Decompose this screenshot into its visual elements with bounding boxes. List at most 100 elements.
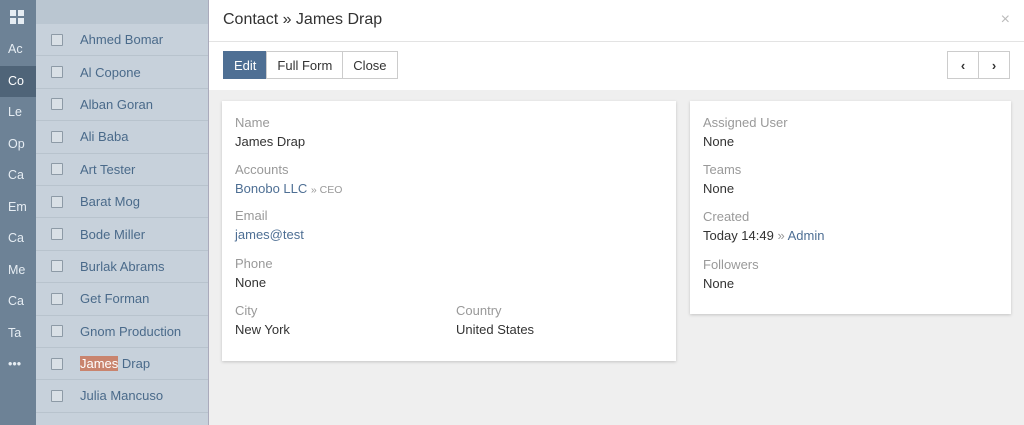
highlight-rest: Drap — [118, 356, 151, 372]
list-item[interactable]: Ali Baba — [36, 121, 210, 154]
list-item-label[interactable]: Alban Goran — [80, 97, 153, 112]
list-item[interactable]: Ahmed Bomar — [36, 24, 210, 57]
chevron-right-icon: › — [991, 58, 997, 73]
accounts-label: Accounts — [235, 162, 289, 177]
list-item-label[interactable]: Ali Baba — [80, 129, 128, 144]
followers-label: Followers — [703, 257, 759, 272]
list-item[interactable]: Burlak Abrams — [36, 251, 210, 284]
created-value: Today 14:49 — [703, 228, 774, 243]
grid-icon — [10, 10, 24, 24]
city-field: City New York — [235, 303, 290, 337]
list-checkbox[interactable] — [51, 66, 63, 79]
nav-item[interactable]: Me — [0, 255, 36, 287]
list-checkbox[interactable] — [51, 389, 63, 402]
list-item[interactable]: Barat Mog — [36, 186, 210, 219]
list-checkbox[interactable] — [51, 292, 63, 305]
chevron-left-icon: ‹ — [960, 58, 966, 73]
list-item-label[interactable]: Barat Mog — [80, 194, 140, 209]
edit-button[interactable]: Edit — [223, 51, 268, 79]
accounts-field: Accounts Bonobo LLC » CEO — [235, 162, 342, 196]
nav-item[interactable]: Ta — [0, 318, 36, 350]
phone-value: None — [235, 275, 267, 290]
created-field: Created Today 14:49 » Admin — [703, 209, 824, 243]
nav-item[interactable]: Le — [0, 97, 36, 129]
nav-item[interactable]: Ca — [0, 223, 36, 255]
country-value: United States — [456, 322, 535, 337]
city-label: City — [235, 303, 258, 318]
account-link[interactable]: Bonobo LLC — [235, 181, 307, 196]
phone-label: Phone — [235, 256, 273, 271]
list-checkbox[interactable] — [51, 33, 63, 46]
created-by-link[interactable]: Admin — [788, 228, 825, 243]
contact-list: Ahmed Bomar Al Copone Alban Goran Ali Baba A… — [36, 0, 210, 425]
pager: ‹ › — [947, 51, 1010, 79]
close-button[interactable]: Close — [342, 51, 398, 79]
list-item-label[interactable]: Julia Mancuso — [80, 388, 163, 403]
list-checkbox[interactable] — [51, 163, 63, 176]
list-item[interactable]: Alban Goran — [36, 89, 210, 122]
next-button[interactable]: › — [978, 51, 1010, 79]
modal-title: Contact » James Drap — [223, 11, 383, 28]
details-panel: Name James Drap Accounts Bonobo LLC » CE… — [222, 101, 676, 361]
list-item-label[interactable]: Art Tester — [80, 162, 135, 177]
nav-item[interactable]: Ca — [0, 286, 36, 318]
list-item-label[interactable]: Burlak Abrams — [80, 259, 165, 274]
list-item[interactable]: Bode Miller — [36, 218, 210, 251]
list-checkbox[interactable] — [51, 325, 63, 338]
email-label: Email — [235, 208, 268, 223]
list-item[interactable]: Al Copone — [36, 56, 210, 89]
teams-label: Teams — [703, 162, 742, 177]
list-checkbox[interactable] — [51, 228, 63, 241]
followers-field: Followers None — [703, 257, 759, 291]
created-label: Created — [703, 209, 750, 224]
email-field: Email james@test — [235, 208, 304, 242]
nav-item[interactable]: Ac — [0, 34, 36, 66]
assigned-user-field: Assigned User None — [703, 115, 788, 149]
full-form-button[interactable]: Full Form — [266, 51, 344, 79]
list-item[interactable]: Gnom Production — [36, 316, 210, 348]
phone-field: Phone None — [235, 256, 273, 290]
nav-item[interactable]: Em — [0, 192, 36, 224]
list-checkbox[interactable] — [51, 195, 63, 208]
country-field: Country United States — [456, 303, 534, 337]
list-checkbox[interactable] — [51, 357, 63, 370]
list-item-label[interactable]: Bode Miller — [80, 227, 145, 242]
account-role: » CEO — [310, 184, 343, 196]
close-icon[interactable]: × — [1001, 11, 1010, 29]
list-item-label[interactable]: James Drap — [80, 356, 151, 372]
list-checkbox[interactable] — [51, 130, 63, 143]
side-panel: Assigned User None Teams None Created To… — [690, 101, 1011, 314]
list-checkbox[interactable] — [51, 98, 63, 111]
modal-toolbar: Edit Full Form Close ‹ › — [209, 42, 1024, 90]
teams-field: Teams None — [703, 162, 741, 196]
teams-value: None — [703, 181, 735, 196]
list-item[interactable]: James Drap — [36, 348, 210, 381]
followers-value: None — [703, 276, 735, 291]
list-item-label[interactable]: Al Copone — [80, 65, 141, 80]
list-item[interactable]: Art Tester — [36, 154, 210, 186]
email-link[interactable]: james@test — [235, 227, 304, 242]
nav-item[interactable]: Ca — [0, 160, 36, 192]
list-item-label[interactable]: Ahmed Bomar — [80, 32, 163, 47]
assigned-user-value: None — [703, 134, 735, 149]
country-label: Country — [456, 303, 502, 318]
modal-header: Contact » James Drap × — [209, 0, 1024, 42]
list-checkbox[interactable] — [51, 260, 63, 273]
name-field: Name James Drap — [235, 115, 305, 149]
list-item[interactable]: Get Forman — [36, 283, 210, 316]
nav-item[interactable]: Co — [0, 65, 36, 97]
action-buttons: Edit Full Form Close — [223, 51, 398, 79]
nav-item[interactable]: Op — [0, 129, 36, 161]
created-separator: » — [777, 228, 785, 243]
search-highlight: James — [80, 356, 119, 372]
previous-button[interactable]: ‹ — [947, 51, 979, 79]
list-header — [36, 0, 210, 24]
menu-grid-button[interactable] — [0, 0, 36, 34]
list-item[interactable]: Julia Mancuso — [36, 380, 210, 413]
nav-item[interactable]: ••• — [0, 349, 36, 381]
list-item-label[interactable]: Gnom Production — [80, 324, 181, 339]
left-nav: Ac Co Le Op Ca Em Ca Me Ca Ta ••• — [0, 0, 36, 425]
assigned-user-label: Assigned User — [703, 115, 788, 130]
list-item-label[interactable]: Get Forman — [80, 291, 149, 306]
name-label: Name — [235, 115, 270, 130]
